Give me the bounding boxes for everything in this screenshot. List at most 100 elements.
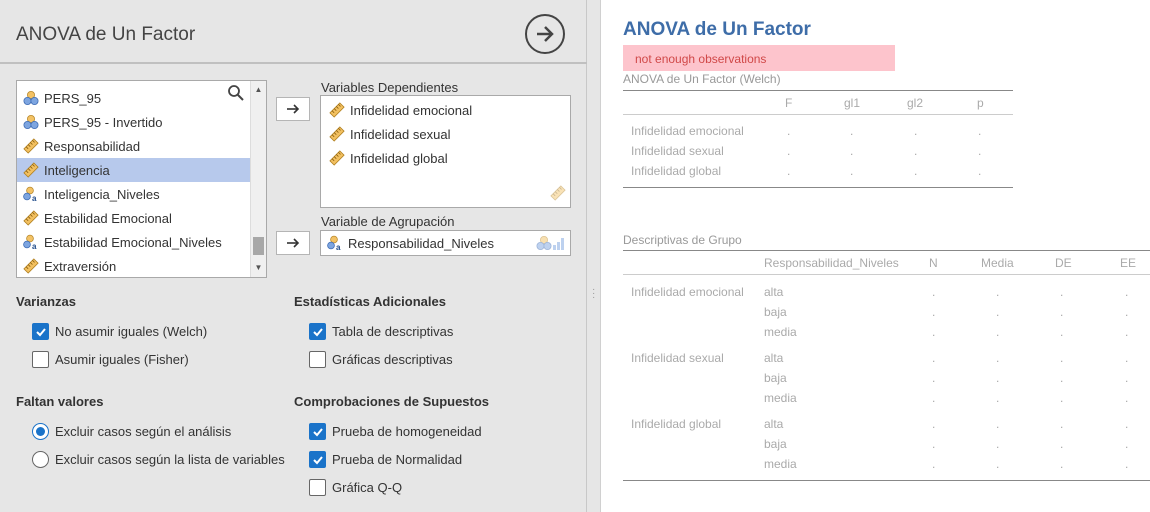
cell: . bbox=[1125, 391, 1129, 405]
continuous-type-icon bbox=[550, 185, 566, 204]
normalidad-checkbox[interactable]: Prueba de Normalidad bbox=[309, 451, 462, 468]
splitter-grip-icon[interactable]: · · · bbox=[592, 285, 595, 303]
checkbox-unchecked-icon[interactable] bbox=[309, 479, 326, 496]
variable-item[interactable]: Estabilidad Emocional bbox=[17, 206, 250, 230]
level-label: alta bbox=[764, 417, 784, 431]
fisher-checkbox[interactable]: Asumir iguales (Fisher) bbox=[32, 351, 189, 368]
cell: . bbox=[1125, 457, 1129, 471]
homog-label: Prueba de homogeneidad bbox=[332, 424, 482, 439]
scroll-down-icon[interactable]: ▼ bbox=[251, 261, 266, 275]
graficas-descriptivas-checkbox[interactable]: Gráficas descriptivas bbox=[309, 351, 453, 368]
variable-label: Responsabilidad bbox=[44, 138, 141, 154]
checkbox-checked-icon[interactable] bbox=[309, 451, 326, 468]
checkbox-checked-icon[interactable] bbox=[309, 323, 326, 340]
qq-label: Gráfica Q-Q bbox=[332, 480, 403, 495]
nominal-text-icon bbox=[23, 234, 39, 250]
column-header: EE bbox=[1120, 256, 1137, 270]
scrollbar-thumb[interactable] bbox=[253, 237, 264, 255]
grouping-item[interactable]: Responsabilidad_Niveles bbox=[327, 231, 494, 255]
scroll-up-icon[interactable]: ▲ bbox=[251, 83, 266, 97]
cell: . bbox=[932, 417, 936, 431]
table-rule bbox=[623, 250, 1150, 251]
scrollbar[interactable]: ▲ ▼ bbox=[250, 81, 266, 277]
options-panel: ANOVA de Un Factor PERS_95 PERS_95 - Inv… bbox=[0, 0, 587, 512]
table-rule bbox=[623, 114, 1013, 115]
variable-item[interactable]: Estabilidad Emocional_Niveles bbox=[17, 230, 250, 254]
dependent-item[interactable]: Infidelidad global bbox=[329, 146, 448, 170]
excluir-analisis-radio[interactable]: Excluir casos según el análisis bbox=[32, 423, 231, 440]
column-header: Responsabilidad_Niveles bbox=[764, 256, 899, 270]
checkbox-unchecked-icon[interactable] bbox=[32, 351, 49, 368]
move-to-dependent-button[interactable] bbox=[276, 97, 310, 121]
nominal-text-icon bbox=[327, 235, 343, 251]
variable-label: PERS_95 bbox=[44, 90, 102, 106]
move-to-grouping-button[interactable] bbox=[276, 231, 310, 255]
variable-item[interactable]: Extraversión bbox=[17, 254, 250, 277]
column-header: F bbox=[785, 96, 793, 110]
homogeneidad-checkbox[interactable]: Prueba de homogeneidad bbox=[309, 423, 482, 440]
tabla-label: Tabla de descriptivas bbox=[332, 324, 454, 339]
row-label: Infidelidad emocional bbox=[631, 124, 744, 138]
cell: . bbox=[1125, 305, 1129, 319]
cell: . bbox=[932, 285, 936, 299]
radio-selected-icon[interactable] bbox=[32, 423, 49, 440]
normal-label: Prueba de Normalidad bbox=[332, 452, 463, 467]
checkbox-checked-icon[interactable] bbox=[32, 323, 49, 340]
nominal-ordinal-type-icon bbox=[536, 235, 566, 251]
cell: . bbox=[1060, 391, 1064, 405]
cell: . bbox=[850, 124, 854, 138]
cell: . bbox=[1125, 437, 1129, 451]
continuous-icon bbox=[23, 162, 39, 178]
cell: . bbox=[1125, 417, 1129, 431]
level-label: baja bbox=[764, 371, 787, 385]
cell: . bbox=[996, 391, 1000, 405]
variable-list[interactable]: PERS_95 PERS_95 - Invertido Responsabili… bbox=[16, 80, 267, 278]
faltan-title: Faltan valores bbox=[16, 394, 104, 409]
row-label: Infidelidad global bbox=[631, 164, 722, 178]
variable-item[interactable]: Responsabilidad bbox=[17, 134, 250, 158]
checkbox-unchecked-icon[interactable] bbox=[309, 351, 326, 368]
variable-item-selected[interactable]: Inteligencia bbox=[17, 158, 250, 182]
cell: . bbox=[932, 457, 936, 471]
cell: . bbox=[787, 124, 791, 138]
analisis-label: Excluir casos según el análisis bbox=[55, 424, 232, 439]
welch-checkbox[interactable]: No asumir iguales (Welch) bbox=[32, 323, 207, 340]
column-header: Media bbox=[981, 256, 1014, 270]
grouping-variable-box[interactable]: Responsabilidad_Niveles bbox=[320, 230, 571, 256]
search-icon[interactable] bbox=[227, 84, 245, 105]
group-label: Infidelidad emocional bbox=[631, 285, 744, 299]
title-separator bbox=[0, 62, 587, 64]
variable-item[interactable]: Inteligencia_Niveles bbox=[17, 182, 250, 206]
cell: . bbox=[1060, 305, 1064, 319]
variable-item[interactable]: PERS_95 bbox=[17, 86, 250, 110]
cell: . bbox=[787, 164, 791, 178]
table-rule bbox=[623, 90, 1013, 91]
arrow-right-circle-icon[interactable] bbox=[525, 14, 565, 54]
qq-checkbox[interactable]: Gráfica Q-Q bbox=[309, 479, 402, 496]
cell: . bbox=[932, 325, 936, 339]
cell: . bbox=[1060, 371, 1064, 385]
cell: . bbox=[1125, 325, 1129, 339]
dependent-variables-box[interactable]: Infidelidad emocional Infidelidad sexual… bbox=[320, 95, 571, 208]
tabla-descriptivas-checkbox[interactable]: Tabla de descriptivas bbox=[309, 323, 453, 340]
cell: . bbox=[1060, 285, 1064, 299]
cell: . bbox=[1060, 325, 1064, 339]
graficas-label: Gráficas descriptivas bbox=[332, 352, 453, 367]
level-label: media bbox=[764, 391, 797, 405]
cell: . bbox=[1125, 351, 1129, 365]
dependent-item[interactable]: Infidelidad sexual bbox=[329, 122, 450, 146]
dependent-item[interactable]: Infidelidad emocional bbox=[329, 98, 472, 122]
panel-title: ANOVA de Un Factor bbox=[16, 24, 196, 45]
level-label: media bbox=[764, 457, 797, 471]
level-label: baja bbox=[764, 437, 787, 451]
column-header: gl1 bbox=[844, 96, 861, 110]
level-label: alta bbox=[764, 351, 784, 365]
checkbox-checked-icon[interactable] bbox=[309, 423, 326, 440]
radio-unselected-icon[interactable] bbox=[32, 451, 49, 468]
panel-splitter[interactable] bbox=[588, 0, 600, 512]
cell: . bbox=[978, 164, 982, 178]
variable-item[interactable]: PERS_95 - Invertido bbox=[17, 110, 250, 134]
continuous-icon bbox=[23, 138, 39, 154]
excluir-lista-radio[interactable]: Excluir casos según la lista de variable… bbox=[32, 451, 285, 468]
dependent-item-label: Infidelidad global bbox=[350, 150, 448, 166]
